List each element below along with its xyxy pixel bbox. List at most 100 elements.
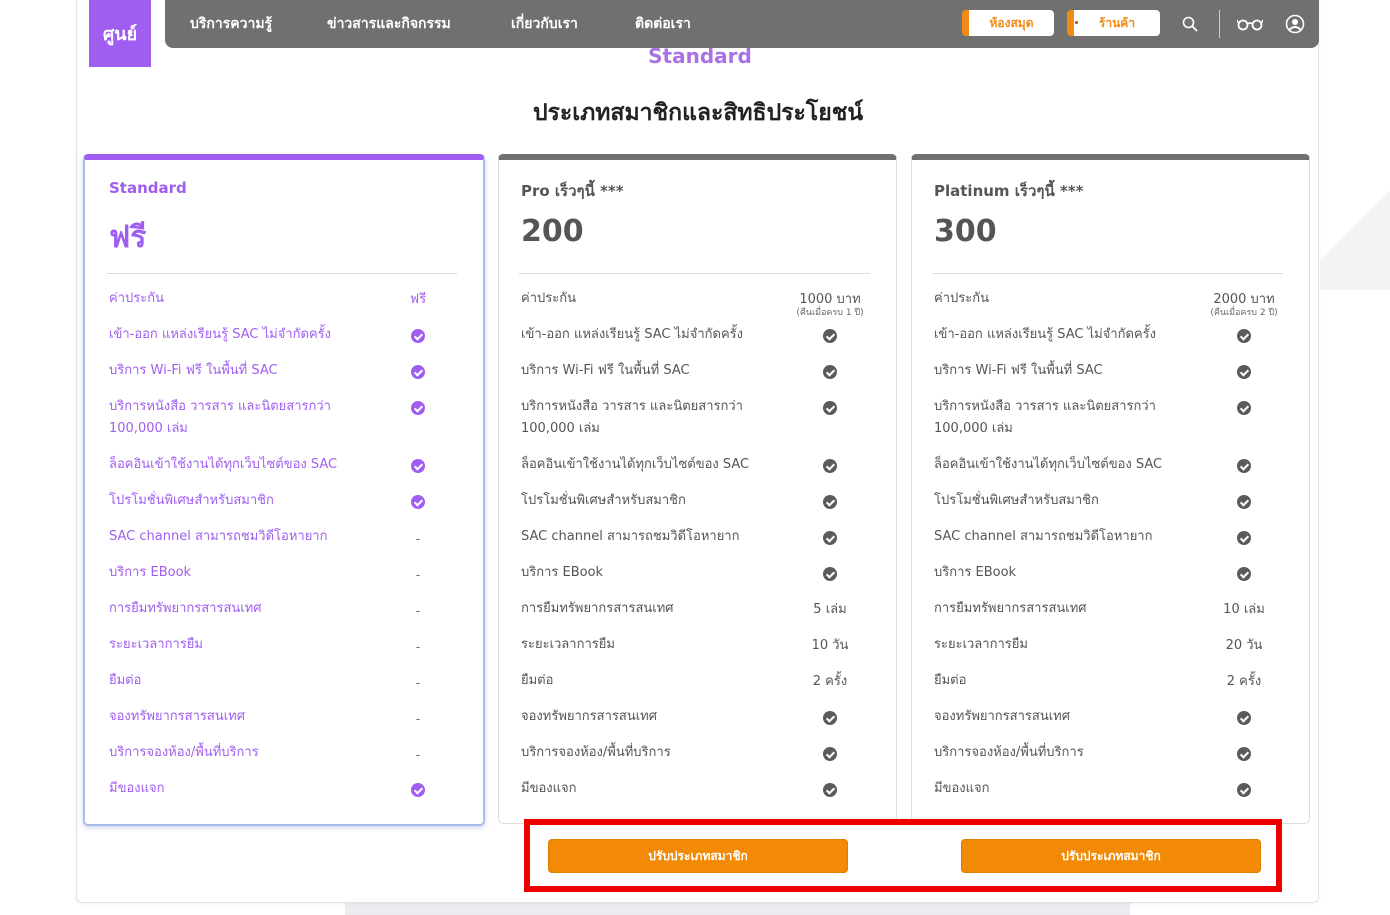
check-icon — [411, 459, 425, 473]
accessibility-glasses-icon[interactable] — [1236, 12, 1264, 36]
nav-news-activities[interactable]: ข่าวสารและกิจกรรม — [327, 13, 451, 35]
deposit-note: (คืนเมื่อครบ 1 ปี) — [796, 308, 864, 318]
feature-label: ระยะเวลาการยืม — [934, 637, 1028, 652]
nav-knowledge-services[interactable]: บริการความรู้ — [190, 13, 272, 35]
card-price: 200 — [521, 214, 584, 249]
deposit-note: (คืนเมื่อครบ 2 ปี) — [1210, 308, 1278, 318]
check-icon — [1237, 711, 1251, 725]
site-logo[interactable]: ศูนย์ — [89, 0, 151, 67]
feature-label: ค่าประกัน — [934, 291, 989, 306]
feature-label: ล็อคอินเข้าใช้งานได้ทุกเว็บไซต์ของ SAC — [109, 457, 338, 472]
card-title: Pro เร็วๆนี้ *** — [521, 182, 624, 200]
check-icon — [1237, 401, 1251, 415]
search-icon[interactable] — [1178, 12, 1202, 36]
feature-label: จองทรัพยากรสารสนเทศ — [109, 709, 245, 724]
check-icon — [823, 401, 837, 415]
feature-label: ค่าประกัน — [109, 291, 164, 306]
check-icon — [823, 783, 837, 797]
card-divider — [519, 273, 870, 274]
deposit-value: ฟรี — [368, 292, 468, 308]
background-decoration — [1320, 180, 1390, 290]
card-divider — [107, 273, 457, 274]
feature-value: 5 เล่ม — [813, 602, 847, 617]
feature-label: บริการ EBook — [934, 565, 1017, 580]
card-price: ฟรี — [109, 220, 147, 255]
feature-label: ระยะเวลาการยืม — [521, 637, 615, 652]
feature-value: 2 ครั้ง — [1226, 674, 1262, 689]
feature-label: บริการหนังสือ วารสาร และนิตยสารกว่า — [109, 399, 331, 414]
dash-icon: - — [415, 640, 421, 654]
check-icon — [823, 329, 837, 343]
footer-strip — [345, 903, 1130, 915]
upgrade-pro-label: ปรับประเภทสมาชิก — [648, 848, 748, 863]
feature-label: SAC channel สามารถชมวิดีโอหายาก — [521, 529, 740, 544]
check-icon — [823, 531, 837, 545]
feature-value: 2 ครั้ง — [812, 674, 848, 689]
feature-label: บริการ EBook — [109, 565, 192, 580]
check-icon — [411, 329, 425, 343]
shop-button[interactable]: ร้านค้า — [1067, 10, 1160, 36]
feature-label: บริการหนังสือ วารสาร และนิตยสารกว่า — [934, 399, 1156, 414]
library-button[interactable]: ห้องสมุด — [962, 10, 1054, 36]
check-icon — [823, 567, 837, 581]
nav-about-us[interactable]: เกี่ยวกับเรา — [511, 13, 578, 35]
feature-label: บริการจองห้อง/พื้นที่บริการ — [934, 745, 1084, 760]
feature-label: การยืมทรัพยากรสารสนเทศ — [934, 601, 1087, 616]
feature-label: การยืมทรัพยากรสารสนเทศ — [109, 601, 262, 616]
feature-label: ยืมต่อ — [934, 673, 967, 688]
feature-label: เข้า-ออก แหล่งเรียนรู้ SAC ไม่จำกัดครั้ง — [109, 327, 331, 342]
upgrade-pro-button[interactable]: ปรับประเภทสมาชิก — [548, 839, 848, 873]
deposit-amount: 1000 บาท — [799, 292, 861, 307]
dash-icon: - — [415, 712, 421, 726]
feature-label: ล็อคอินเข้าใช้งานได้ทุกเว็บไซต์ของ SAC — [521, 457, 750, 472]
feature-label: บริการ Wi-Fi ฟรี ในพื้นที่ SAC — [934, 363, 1103, 378]
feature-label: เข้า-ออก แหล่งเรียนรู้ SAC ไม่จำกัดครั้ง — [934, 327, 1156, 342]
membership-card-pro: Pro เร็วๆนี้ *** 200 ค่าประกัน เข้า-ออก แหล… — [498, 154, 897, 824]
nav-contact-us[interactable]: ติดต่อเรา — [635, 13, 691, 35]
logo-text: ศูนย์ — [102, 24, 138, 45]
feature-label: ล็อคอินเข้าใช้งานได้ทุกเว็บไซต์ของ SAC — [934, 457, 1163, 472]
feature-label: บริการหนังสือ วารสาร และนิตยสารกว่า — [521, 399, 743, 414]
feature-value: 10 วัน — [811, 638, 849, 653]
user-account-icon[interactable] — [1283, 12, 1307, 36]
check-icon — [1237, 747, 1251, 761]
deposit-value: 2000 บาท (คืนเมื่อครบ 2 ปี) — [1194, 292, 1294, 319]
feature-label: จองทรัพยากรสารสนเทศ — [521, 709, 657, 724]
section-title: ประเภทสมาชิกและสิทธิประโยชน์ — [532, 100, 864, 126]
nav-separator — [1219, 10, 1220, 38]
card-title: Platinum เร็วๆนี้ *** — [934, 182, 1084, 200]
dash-icon: - — [415, 568, 421, 582]
check-icon — [1237, 459, 1251, 473]
dash-icon: - — [415, 604, 421, 618]
feature-label: ยืมต่อ — [521, 673, 554, 688]
deposit-amount: 2000 บาท — [1213, 292, 1275, 307]
feature-label: SAC channel สามารถชมวิดีโอหายาก — [934, 529, 1153, 544]
check-icon — [1237, 365, 1251, 379]
feature-label: บริการ EBook — [521, 565, 604, 580]
feature-label: โปรโมชั่นพิเศษสำหรับสมาชิก — [521, 493, 686, 508]
check-icon — [411, 495, 425, 509]
feature-label: บริการ Wi-Fi ฟรี ในพื้นที่ SAC — [109, 363, 278, 378]
feature-label: ค่าประกัน — [521, 291, 576, 306]
feature-value: 10 เล่ม — [1223, 602, 1265, 617]
feature-label: จองทรัพยากรสารสนเทศ — [934, 709, 1070, 724]
card-divider — [932, 273, 1283, 274]
upgrade-platinum-button[interactable]: ปรับประเภทสมาชิก — [961, 839, 1261, 873]
feature-label: โปรโมชั่นพิเศษสำหรับสมาชิก — [934, 493, 1099, 508]
feature-value: 20 วัน — [1225, 638, 1263, 653]
check-icon — [1237, 783, 1251, 797]
check-icon — [823, 365, 837, 379]
check-icon — [1237, 531, 1251, 545]
feature-label: มีของแจก — [934, 781, 990, 796]
feature-label: บริการจองห้อง/พื้นที่บริการ — [109, 745, 259, 760]
feature-label: 100,000 เล่ม — [109, 421, 188, 436]
deposit-amount: ฟรี — [409, 292, 427, 307]
feature-label: บริการ Wi-Fi ฟรี ในพื้นที่ SAC — [521, 363, 690, 378]
check-icon — [1237, 567, 1251, 581]
feature-label: มีของแจก — [521, 781, 577, 796]
membership-card-standard: Standard ฟรี ค่าประกัน เข้า-ออก แหล่งเรียนร… — [83, 154, 485, 826]
feature-label: โปรโมชั่นพิเศษสำหรับสมาชิก — [109, 493, 274, 508]
card-title: Standard — [109, 179, 187, 197]
shop-button-label: ร้านค้า — [1098, 15, 1136, 30]
dash-icon: - — [415, 748, 421, 762]
